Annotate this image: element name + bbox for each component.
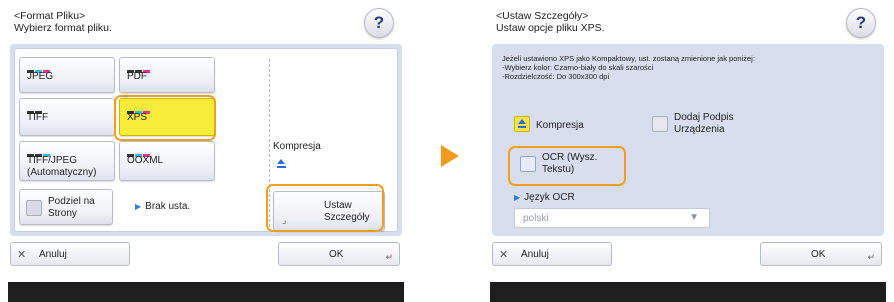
set-details-button[interactable]: Ustaw Szczegóły ⌟ — [273, 191, 385, 231]
help-button[interactable]: ? — [364, 8, 394, 38]
ok-button[interactable]: OK ↵ — [278, 242, 400, 266]
format-color-bar — [127, 106, 155, 114]
ok-label: OK — [329, 249, 344, 260]
ocr-language-value: polski — [523, 213, 549, 224]
format-pdf-button[interactable]: PDF — [119, 57, 215, 93]
set-details-label: Ustaw Szczegóły — [324, 200, 370, 223]
bottom-bar — [490, 282, 886, 302]
bullet-icon: ▶ — [135, 202, 142, 211]
add-signature-toggle[interactable]: Dodaj Podpis Urządzenia — [652, 108, 772, 140]
format-label: PDF — [127, 71, 147, 82]
format-label: TIFF/JPEG (Automatyczny) — [27, 155, 97, 178]
compression-arrow-shape — [277, 159, 285, 164]
ocr-language-heading: ▶ Język OCR — [514, 192, 575, 203]
info-line: -Wybierz kolor: Czarno-biały do skali sz… — [502, 63, 654, 72]
bullet-icon: ▶ — [514, 193, 521, 202]
format-label: TIFF — [27, 112, 49, 123]
compression-line-shape — [518, 126, 526, 128]
ocr-icon — [520, 156, 536, 172]
info-line: Jeżeli ustawiono XPS jako Kompaktowy, us… — [502, 54, 755, 63]
enter-icon: ↵ — [867, 252, 875, 262]
compression-label: Kompresja — [536, 120, 584, 131]
ocr-language-label: Język OCR — [524, 192, 575, 203]
settings-panel: Jeżeli ustawiono XPS jako Kompaktowy, us… — [492, 44, 884, 236]
xps-info-text: Jeżeli ustawiono XPS jako Kompaktowy, us… — [502, 54, 874, 81]
divide-pages-label: Podziel na Strony — [48, 196, 95, 219]
info-line: -Rozdzielczość: Do 300x300 dpi — [502, 72, 610, 81]
compression-icon — [514, 116, 530, 132]
format-label: JPEG — [27, 71, 54, 82]
signature-icon — [652, 116, 668, 132]
format-label: OOXML — [127, 155, 164, 166]
divide-pages-status: ▶ Brak usta. — [135, 201, 190, 212]
screen-title: <Format Pliku> — [14, 10, 86, 22]
ocr-label: OCR (Wysz. Tekstu) — [542, 152, 598, 175]
cancel-label: Anuluj — [521, 249, 549, 260]
settings-panel: JPEG PDF TIFF XPS TIFF/JPEG (Automatyczn… — [10, 44, 402, 236]
corner-mark-icon: ⌟ — [282, 215, 287, 225]
format-color-bar — [127, 149, 155, 157]
add-signature-label: Dodaj Podpis Urządzenia — [674, 112, 734, 135]
divide-pages-status-text: Brak usta. — [145, 201, 191, 212]
close-icon: ✕ — [499, 249, 509, 261]
compression-line-shape — [277, 166, 286, 168]
cancel-button[interactable]: ✕ Anuluj — [492, 242, 612, 266]
ocr-language-dropdown[interactable]: polski ▼ — [514, 208, 710, 228]
compression-label: Kompresja — [273, 141, 321, 152]
screen-instruction: Ustaw opcje pliku XPS. — [496, 22, 605, 34]
enter-icon: ↵ — [385, 252, 393, 262]
compression-toggle[interactable]: Kompresja — [514, 112, 614, 140]
format-label: XPS — [127, 112, 148, 123]
ocr-toggle[interactable]: OCR (Wysz. Tekstu) — [514, 148, 624, 180]
set-details-screen: <Ustaw Szczegóły> Ustaw opcje pliku XPS.… — [490, 0, 886, 302]
format-tiff-jpeg-button[interactable]: TIFF/JPEG (Automatyczny) — [19, 141, 115, 181]
file-format-screen: <Format Pliku> Wybierz format pliku. ? J… — [8, 0, 404, 302]
format-xps-button[interactable]: XPS — [119, 98, 215, 136]
next-step-arrow-icon — [441, 145, 459, 167]
format-tiff-button[interactable]: TIFF — [19, 98, 115, 136]
ok-label: OK — [811, 249, 826, 260]
screen-instruction: Wybierz format pliku. — [14, 22, 112, 34]
chevron-down-icon: ▼ — [689, 212, 699, 223]
format-jpeg-button[interactable]: JPEG — [19, 57, 115, 93]
compression-arrow-shape — [518, 119, 526, 124]
format-color-bar — [27, 65, 55, 73]
pages-icon — [26, 200, 42, 216]
screen-title: <Ustaw Szczegóły> — [496, 10, 589, 22]
divide-pages-button[interactable]: Podziel na Strony — [19, 189, 113, 225]
screen-header: <Ustaw Szczegóły> Ustaw opcje pliku XPS. — [496, 10, 605, 34]
format-ooxml-button[interactable]: OOXML — [119, 141, 215, 181]
compression-icon — [277, 159, 287, 171]
bottom-bar — [8, 282, 404, 302]
settings-area: JPEG PDF TIFF XPS TIFF/JPEG (Automatyczn… — [14, 48, 398, 232]
format-color-bar — [27, 149, 55, 157]
help-button[interactable]: ? — [846, 8, 876, 38]
format-color-bar — [127, 65, 155, 73]
close-icon: ✕ — [17, 249, 27, 261]
cancel-button[interactable]: ✕ Anuluj — [10, 242, 130, 266]
cancel-label: Anuluj — [39, 249, 67, 260]
format-color-bar — [27, 106, 55, 114]
ok-button[interactable]: OK ↵ — [760, 242, 882, 266]
divider — [269, 59, 270, 227]
screen-header: <Format Pliku> Wybierz format pliku. — [14, 10, 112, 34]
